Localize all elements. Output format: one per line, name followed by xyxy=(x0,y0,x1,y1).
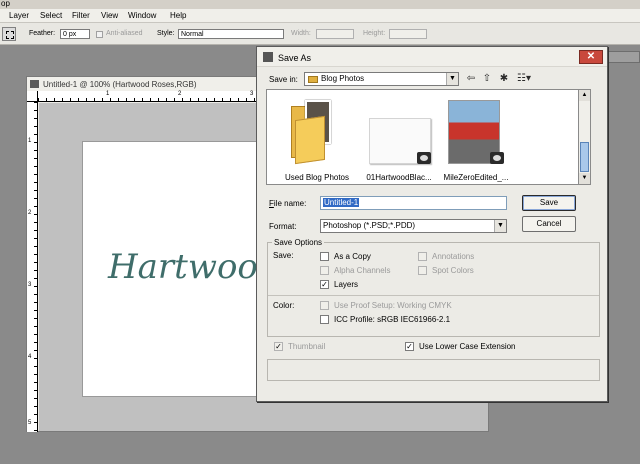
height-input[interactable] xyxy=(389,29,427,39)
divider xyxy=(268,295,599,296)
lower-case-extension-checkbox[interactable]: ✓ xyxy=(405,342,414,351)
use-proof-setup-label: Use Proof Setup: Working CMYK xyxy=(334,301,452,310)
file-item-label: MileZeroEdited_... xyxy=(443,173,509,182)
format-label: Format: xyxy=(269,222,297,231)
cancel-button[interactable]: Cancel xyxy=(522,216,576,232)
antialiased-checkbox[interactable] xyxy=(96,31,103,38)
annotations-checkbox[interactable] xyxy=(418,252,427,261)
ruler-v-label: 1 xyxy=(28,138,32,144)
alpha-channels-checkbox[interactable] xyxy=(320,266,329,275)
file-item-label: Used Blog Photos xyxy=(284,173,350,182)
ruler-origin[interactable] xyxy=(27,91,38,102)
file-item-used-blog-photos[interactable]: Used Blog Photos xyxy=(271,90,363,186)
photoshop-app-icon xyxy=(263,52,273,62)
save-options-group: Save Options Save: As a Copy Alpha Chann… xyxy=(267,238,600,337)
eye-icon xyxy=(490,152,504,164)
canvas-text-hartwood: Hartwood xyxy=(108,247,280,287)
marquee-tool-preset-icon[interactable] xyxy=(2,27,16,41)
document-title: Untitled-1 @ 100% (Hartwood Roses,RGB) xyxy=(43,80,197,89)
ruler-h-label: 2 xyxy=(178,91,182,97)
ruler-v-label: 5 xyxy=(28,420,32,426)
photoshop-document-icon xyxy=(30,80,39,88)
ruler-h-label: 3 xyxy=(250,91,254,97)
save-button[interactable]: Save xyxy=(522,195,576,211)
folder-icon xyxy=(308,76,318,83)
lower-case-extension-label: Use Lower Case Extension xyxy=(419,342,516,351)
dialog-titlebar[interactable]: Save As ✕ xyxy=(257,47,607,67)
ruler-h-label: 1 xyxy=(106,91,110,97)
menu-window[interactable]: Window xyxy=(128,11,156,20)
color-label: Color: xyxy=(273,301,295,310)
save-in-label: Save in: xyxy=(269,75,298,84)
save-in-combo[interactable]: Blog Photos ▼ xyxy=(304,72,459,86)
menu-layer[interactable]: Layer xyxy=(9,11,29,20)
dialog-title: Save As xyxy=(278,53,312,63)
back-arrow-icon[interactable]: ⇦ xyxy=(465,73,477,85)
ruler-v-label: 2 xyxy=(28,210,32,216)
width-label: Width: xyxy=(291,30,311,37)
scroll-down-icon[interactable]: ▼ xyxy=(579,173,590,184)
ruler-v-label: 3 xyxy=(28,282,32,288)
format-value: Photoshop (*.PSD;*.PDD) xyxy=(323,221,416,230)
save-options-legend: Save Options xyxy=(272,238,325,247)
layers-checkbox[interactable]: ✓ xyxy=(320,280,329,289)
file-name-input[interactable]: Untitled-1 xyxy=(320,196,507,210)
width-input[interactable] xyxy=(316,29,354,39)
format-select[interactable]: Photoshop (*.PSD;*.PDD) ▼ xyxy=(320,219,507,233)
icc-profile-checkbox[interactable] xyxy=(320,315,329,324)
menu-bar: Layer Select Filter View Window Help xyxy=(0,9,640,23)
folder-icon xyxy=(291,98,343,165)
spot-colors-label: Spot Colors xyxy=(432,266,474,275)
alpha-channels-label: Alpha Channels xyxy=(334,266,391,275)
ruler-v-label: 4 xyxy=(28,354,32,360)
app-title: op xyxy=(1,0,10,8)
thumbnail-checkbox[interactable]: ✓ xyxy=(274,342,283,351)
eye-icon xyxy=(417,152,431,164)
vertical-ruler[interactable]: 1 2 3 4 5 xyxy=(27,102,38,432)
style-select[interactable]: Normal xyxy=(178,29,284,39)
file-name-value: Untitled-1 xyxy=(323,198,360,207)
save-label: Save: xyxy=(273,251,294,260)
up-folder-icon[interactable]: ⇧ xyxy=(481,73,493,85)
antialiased-label: Anti-aliased xyxy=(106,30,143,37)
file-name-label: File name: xyxy=(269,199,307,208)
height-label: Height: xyxy=(363,30,386,37)
menu-view[interactable]: View xyxy=(101,11,118,20)
feather-label: Feather: xyxy=(29,30,56,37)
close-button[interactable]: ✕ xyxy=(579,50,603,64)
spot-colors-checkbox[interactable] xyxy=(418,266,427,275)
app-title-strip: op xyxy=(0,0,640,9)
icc-profile-label: ICC Profile: sRGB IEC61966-2.1 xyxy=(334,315,451,324)
chevron-down-icon[interactable]: ▼ xyxy=(446,73,458,85)
view-menu-icon[interactable]: ☷▾ xyxy=(515,73,533,85)
save-as-dialog: Save As ✕ Save in: Blog Photos ▼ ⇦ ⇧ ✱ ☷… xyxy=(256,46,608,402)
scrollbar-thumb[interactable] xyxy=(580,142,589,172)
file-list[interactable]: Used Blog Photos 01HartwoodBlac... MileZ… xyxy=(266,89,579,185)
style-label: Style: xyxy=(157,30,175,37)
file-item-milezero[interactable]: MileZeroEdited_... xyxy=(430,90,522,186)
scroll-up-icon[interactable]: ▲ xyxy=(579,90,590,101)
thumbnail-label: Thumbnail xyxy=(288,342,326,351)
use-proof-setup-checkbox[interactable] xyxy=(320,301,329,310)
annotations-label: Annotations xyxy=(432,252,475,261)
menu-select[interactable]: Select xyxy=(40,11,62,20)
menu-filter[interactable]: Filter xyxy=(72,11,90,20)
save-in-value: Blog Photos xyxy=(321,74,365,83)
layers-label: Layers xyxy=(334,280,359,289)
feather-input[interactable]: 0 px xyxy=(60,29,90,39)
menu-help[interactable]: Help xyxy=(170,11,186,20)
file-list-scrollbar[interactable]: ▲ ▼ xyxy=(579,89,591,185)
warning-status-area xyxy=(267,359,600,381)
as-a-copy-label: As a Copy xyxy=(334,252,371,261)
new-folder-icon[interactable]: ✱ xyxy=(498,73,510,85)
options-bar: Feather: 0 px Anti-aliased Style: Normal… xyxy=(0,23,640,63)
as-a-copy-checkbox[interactable] xyxy=(320,252,329,261)
chevron-down-icon[interactable]: ▼ xyxy=(494,220,506,232)
